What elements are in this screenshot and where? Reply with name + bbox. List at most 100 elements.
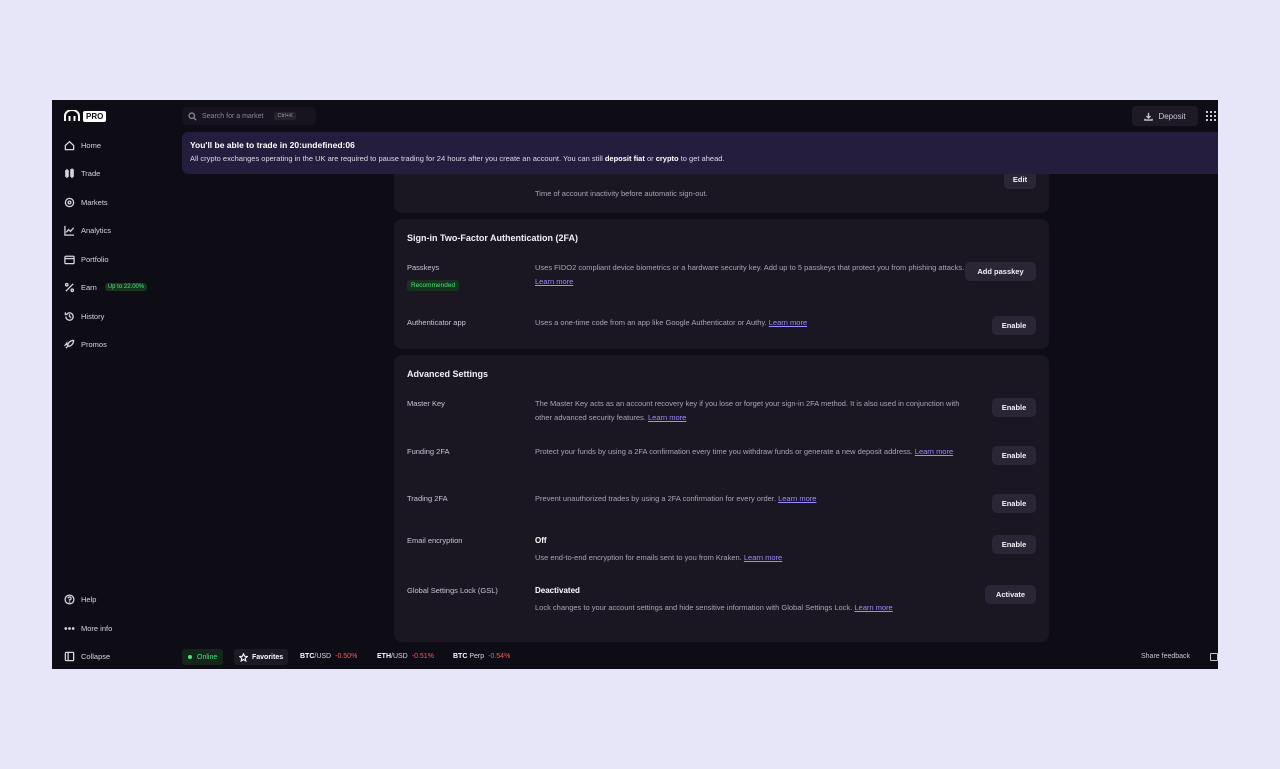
sidebar-item-history[interactable]: History bbox=[64, 309, 104, 323]
app-window: PRO Home Trade Markets Analytics Portfol… bbox=[52, 100, 1218, 669]
ticker-change: -0.54% bbox=[488, 653, 511, 660]
pro-label: PRO bbox=[83, 110, 107, 122]
enable-trading-2fa-button[interactable]: Enable bbox=[992, 494, 1036, 513]
authenticator-description: Uses a one-time code from an app like Go… bbox=[535, 318, 808, 327]
help-icon bbox=[64, 593, 75, 605]
learn-more-link[interactable]: Learn more bbox=[769, 318, 807, 327]
sidebar-item-label: History bbox=[81, 311, 105, 321]
trading-2fa-description: Prevent unauthorized trades by using a 2… bbox=[535, 494, 817, 503]
deposit-label: Deposit bbox=[1158, 111, 1186, 121]
gsl-label: Global Settings Lock (GSL) bbox=[407, 586, 498, 595]
rocket-icon bbox=[64, 339, 75, 349]
kraken-pro-logo[interactable]: PRO bbox=[64, 110, 107, 122]
markets-icon bbox=[64, 197, 75, 207]
online-label: Online bbox=[197, 653, 218, 661]
banner-text: All crypto exchanges operating in the UK… bbox=[190, 154, 725, 163]
ticker-btc-perp[interactable]: BTC Perp -0.54% bbox=[453, 653, 510, 660]
sidebar-item-label: Analytics bbox=[81, 225, 112, 235]
collapse-icon bbox=[64, 651, 75, 661]
sidebar-item-collapse[interactable]: Collapse bbox=[64, 649, 110, 663]
card-title: Advanced Settings bbox=[407, 369, 489, 379]
analytics-icon bbox=[64, 225, 75, 236]
connection-status-badge: Online bbox=[182, 649, 224, 665]
online-dot-icon bbox=[188, 655, 192, 659]
favorites-button[interactable]: Favorites bbox=[234, 649, 289, 665]
sidebar-item-earn[interactable]: Earn Up to 22.00% bbox=[64, 280, 148, 294]
ticker-btc-usd[interactable]: BTC/USD -0.50% bbox=[300, 653, 357, 660]
external-link-icon[interactable] bbox=[1210, 653, 1218, 661]
status-footer: Online Favorites BTC/USD -0.50% ETH/USD … bbox=[182, 648, 1218, 666]
search-input[interactable]: Search for a market Ctrl+K bbox=[182, 107, 316, 125]
ticker-base: ETH bbox=[377, 653, 391, 660]
sidebar-item-promos[interactable]: Promos bbox=[64, 337, 107, 351]
sidebar-item-markets[interactable]: Markets bbox=[64, 195, 108, 209]
search-placeholder: Search for a market bbox=[202, 112, 264, 120]
sidebar-item-home[interactable]: Home bbox=[64, 138, 101, 152]
sidebar-item-label: Help bbox=[81, 594, 97, 604]
sidebar-item-label: Portfolio bbox=[81, 254, 109, 264]
learn-more-link[interactable]: Learn more bbox=[648, 413, 686, 422]
session-timeout-description: Time of account inactivity before automa… bbox=[535, 189, 708, 198]
deposit-fiat-text: deposit fiat bbox=[604, 154, 645, 163]
ticker-base: BTC bbox=[453, 653, 468, 660]
kraken-logo-icon bbox=[64, 110, 80, 121]
master-key-label: Master Key bbox=[407, 399, 445, 408]
ticker-quote: Perp bbox=[467, 653, 485, 660]
sidebar-item-help[interactable]: Help bbox=[64, 592, 96, 606]
sidebar-item-more-info[interactable]: More info bbox=[64, 621, 112, 635]
sidebar-item-label: Home bbox=[81, 140, 102, 150]
history-icon bbox=[64, 311, 74, 321]
learn-more-link[interactable]: Learn more bbox=[744, 553, 782, 562]
recommended-badge: Recommended bbox=[407, 280, 460, 291]
star-icon bbox=[239, 652, 248, 662]
candles-icon bbox=[65, 167, 74, 178]
portfolio-icon bbox=[64, 255, 75, 264]
learn-more-link[interactable]: Learn more bbox=[854, 603, 892, 612]
sidebar-item-label: Trade bbox=[81, 168, 101, 178]
home-icon bbox=[64, 140, 75, 150]
enable-email-encryption-button[interactable]: Enable bbox=[992, 535, 1036, 554]
add-passkey-button[interactable]: Add passkey bbox=[965, 262, 1036, 281]
passkeys-description: Uses FIDO2 compliant device biometrics o… bbox=[535, 263, 965, 286]
search-icon bbox=[188, 111, 197, 121]
enable-funding-2fa-button[interactable]: Enable bbox=[992, 446, 1036, 465]
banner-title: You'll be able to trade in 20:undefined:… bbox=[190, 140, 355, 150]
advanced-settings-card: Advanced Settings Master Key The Master … bbox=[394, 355, 1049, 642]
enable-master-key-button[interactable]: Enable bbox=[992, 398, 1036, 417]
funding-2fa-label: Funding 2FA bbox=[407, 447, 450, 456]
sidebar-item-trade[interactable]: Trade bbox=[64, 166, 100, 180]
trading-pause-banner: You'll be able to trade in 20:undefined:… bbox=[182, 132, 1218, 174]
activate-gsl-button[interactable]: Activate bbox=[985, 585, 1036, 604]
sidebar-item-label: Promos bbox=[81, 339, 107, 349]
sidebar-item-label: Markets bbox=[81, 197, 108, 207]
sidebar-item-portfolio[interactable]: Portfolio bbox=[64, 252, 109, 266]
master-key-description: The Master Key acts as an account recove… bbox=[535, 399, 960, 422]
sidebar-item-label: More info bbox=[81, 623, 113, 633]
learn-more-link[interactable]: Learn more bbox=[535, 277, 573, 286]
email-encryption-label: Email encryption bbox=[407, 536, 463, 545]
authenticator-app-label: Authenticator app bbox=[407, 318, 466, 327]
gsl-status: Deactivated bbox=[535, 586, 580, 595]
crypto-text: crypto bbox=[655, 154, 679, 163]
deposit-button[interactable]: Deposit bbox=[1132, 106, 1198, 126]
sidebar: PRO Home Trade Markets Analytics Portfol… bbox=[52, 100, 182, 669]
email-encryption-description: Use end-to-end encryption for emails sen… bbox=[535, 553, 783, 562]
ticker-change: -0.50% bbox=[335, 653, 358, 660]
sidebar-item-analytics[interactable]: Analytics bbox=[64, 223, 111, 237]
ticker-change: -0.51% bbox=[411, 653, 434, 660]
enable-authenticator-button[interactable]: Enable bbox=[992, 316, 1036, 335]
ticker-eth-usd[interactable]: ETH/USD -0.51% bbox=[377, 653, 434, 660]
learn-more-link[interactable]: Learn more bbox=[778, 494, 816, 503]
ticker-quote: /USD bbox=[314, 653, 332, 660]
sign-in-2fa-card: Sign-in Two-Factor Authentication (2FA) … bbox=[394, 219, 1049, 349]
share-feedback-link[interactable]: Share feedback bbox=[1141, 653, 1190, 660]
funding-2fa-description: Protect your funds by using a 2FA confir… bbox=[535, 447, 954, 456]
apps-grid-icon[interactable] bbox=[1206, 111, 1216, 121]
gsl-description: Lock changes to your account settings an… bbox=[535, 603, 893, 612]
earn-rate-badge: Up to 22.00% bbox=[104, 283, 148, 291]
search-shortcut: Ctrl+K bbox=[274, 112, 296, 120]
passkeys-label: Passkeys bbox=[407, 263, 440, 272]
email-encryption-status: Off bbox=[535, 536, 547, 545]
percent-icon bbox=[64, 282, 75, 292]
learn-more-link[interactable]: Learn more bbox=[915, 447, 953, 456]
